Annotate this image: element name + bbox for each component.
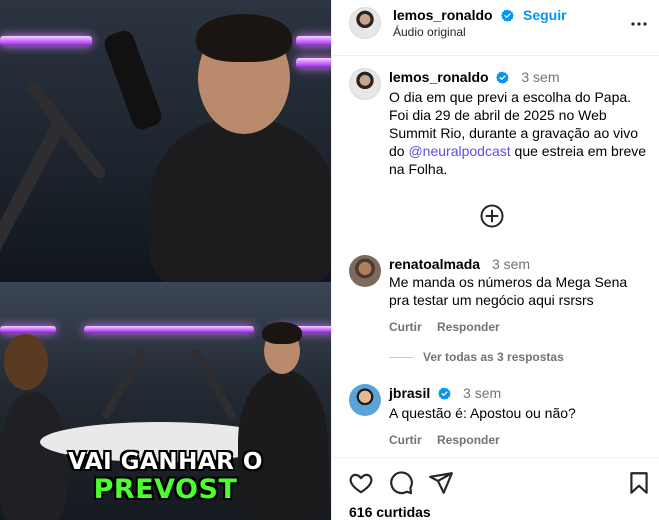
caption-text: O dia em que previ a escolha do Papa. Fo… bbox=[389, 88, 649, 178]
neon-light bbox=[296, 36, 331, 46]
mic-arm bbox=[0, 115, 69, 255]
video-caption-line-2: PREVOST bbox=[93, 474, 238, 505]
caption-username[interactable]: lemos_ronaldo bbox=[389, 69, 489, 85]
like-comment-button[interactable]: Curtir bbox=[389, 433, 422, 447]
heart-icon[interactable] bbox=[348, 470, 374, 496]
avatar[interactable] bbox=[349, 255, 381, 287]
speaker-hair bbox=[262, 322, 302, 344]
verified-badge-icon bbox=[438, 386, 452, 404]
comment-body: renatoalmada 3 sem Me manda os números d… bbox=[389, 255, 649, 336]
comment-icon[interactable] bbox=[388, 470, 414, 496]
view-replies-button[interactable]: Ver todas as 3 respostas bbox=[389, 350, 564, 364]
caption-body: lemos_ronaldo 3 sem O dia em que previ a… bbox=[389, 68, 649, 178]
speaker-body bbox=[150, 118, 331, 282]
original-audio-link[interactable]: Áudio original bbox=[393, 25, 466, 39]
add-circle-icon[interactable] bbox=[480, 204, 504, 228]
mic-arm bbox=[190, 347, 238, 421]
mic-arm bbox=[100, 347, 148, 421]
comment-text: Me manda os números da Mega Sena pra tes… bbox=[389, 274, 628, 308]
reply-button[interactable]: Responder bbox=[437, 433, 500, 447]
speaker-hair bbox=[196, 14, 292, 62]
post-actions-bar: 616 curtidas bbox=[332, 457, 659, 520]
comment-timestamp[interactable]: 3 sem bbox=[492, 256, 530, 272]
comment-text: A questão é: Apostou ou não? bbox=[389, 405, 576, 421]
post-media-video[interactable]: VAI GANHAR O PREVOST bbox=[0, 0, 331, 520]
send-icon[interactable] bbox=[428, 470, 454, 496]
video-frame-top bbox=[0, 0, 331, 282]
neon-light bbox=[0, 326, 56, 333]
view-replies-label: Ver todas as 3 respostas bbox=[423, 350, 564, 364]
post-side-panel: lemos_ronaldo Seguir Áudio original lemo… bbox=[331, 0, 659, 520]
avatar[interactable] bbox=[349, 68, 381, 100]
mention-link[interactable]: @neuralpodcast bbox=[408, 143, 510, 159]
likes-count[interactable]: 616 curtidas bbox=[349, 504, 431, 520]
like-comment-button[interactable]: Curtir bbox=[389, 320, 422, 334]
comment-username[interactable]: renatoalmada bbox=[389, 256, 480, 272]
comment-body: jbrasil 3 sem A questão é: Apostou ou nã… bbox=[389, 384, 649, 449]
reply-button[interactable]: Responder bbox=[437, 320, 500, 334]
avatar[interactable] bbox=[349, 384, 381, 416]
avatar[interactable] bbox=[349, 7, 381, 39]
neon-light bbox=[84, 326, 254, 333]
post-header: lemos_ronaldo Seguir Áudio original bbox=[332, 0, 659, 56]
neon-light bbox=[0, 36, 92, 46]
video-caption-line-1: VAI GANHAR O bbox=[68, 449, 263, 475]
verified-badge-icon bbox=[496, 70, 510, 88]
comments-section: lemos_ronaldo 3 sem O dia em que previ a… bbox=[332, 57, 659, 457]
bookmark-icon[interactable] bbox=[626, 470, 652, 496]
comment-username[interactable]: jbrasil bbox=[389, 385, 430, 401]
comment-actions: Curtir Responder bbox=[389, 431, 649, 449]
header-username[interactable]: lemos_ronaldo bbox=[393, 7, 493, 23]
caption-timestamp[interactable]: 3 sem bbox=[521, 69, 559, 85]
microphone bbox=[101, 27, 165, 133]
follow-button[interactable]: Seguir bbox=[523, 7, 567, 23]
comment-timestamp[interactable]: 3 sem bbox=[463, 385, 501, 401]
verified-badge-icon bbox=[501, 9, 514, 27]
comment-actions: Curtir Responder bbox=[389, 318, 649, 336]
header-username-row: lemos_ronaldo bbox=[393, 7, 514, 27]
neon-light bbox=[296, 58, 331, 68]
guest-hair bbox=[4, 334, 48, 390]
more-options-icon[interactable] bbox=[630, 15, 648, 33]
divider bbox=[389, 357, 413, 359]
